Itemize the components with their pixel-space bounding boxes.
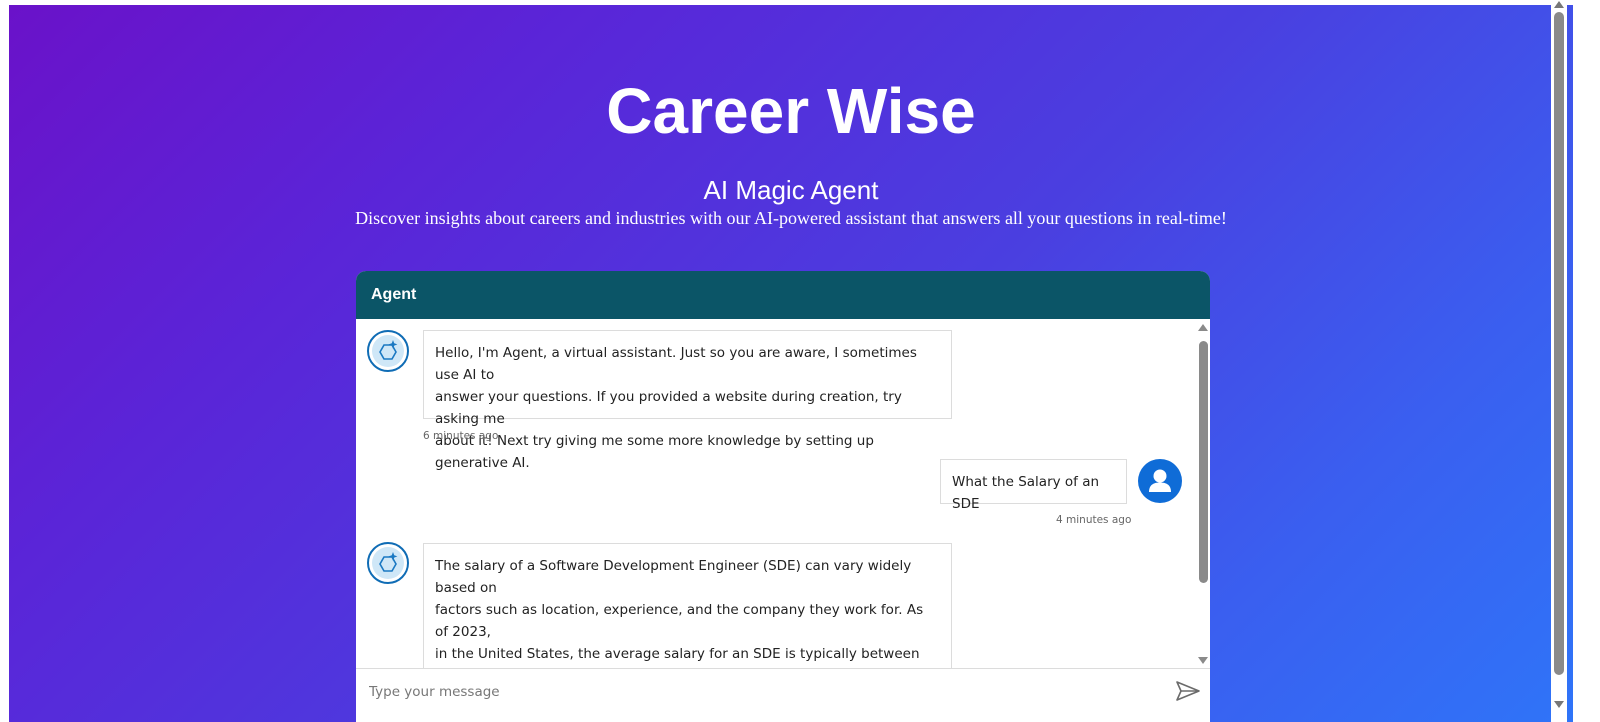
page-title: Career Wise: [606, 75, 976, 147]
bot-avatar-icon: [367, 330, 409, 372]
page-tagline: Discover insights about careers and indu…: [355, 208, 1227, 228]
send-button[interactable]: [1174, 679, 1202, 703]
scroll-down-arrow-icon[interactable]: [1198, 657, 1208, 664]
bot-avatar-icon: [367, 542, 409, 584]
bot-message-bubble: Hello, I'm Agent, a virtual assistant. J…: [423, 330, 952, 471]
page-scroll-thumb[interactable]: [1554, 12, 1564, 675]
page-background: Career Wise AI Magic Agent Discover insi…: [9, 5, 1573, 722]
message-timestamp: 4 minutes ago: [1056, 514, 1132, 526]
chat-input-bar: [356, 668, 1210, 722]
chat-widget: Agent Hello, I'm Agent, a virtual assist…: [356, 271, 1210, 722]
chat-scrollbar[interactable]: [1196, 319, 1210, 668]
chat-header: Agent: [356, 271, 1210, 319]
page-scroll-up-icon[interactable]: [1554, 1, 1564, 8]
page-subtitle: AI Magic Agent: [703, 175, 879, 205]
message-input[interactable]: [367, 677, 1161, 707]
message-timestamp: 6 minutes ago: [423, 430, 499, 442]
scroll-up-arrow-icon[interactable]: [1198, 324, 1208, 331]
page-scroll-down-icon[interactable]: [1554, 701, 1564, 708]
send-icon: [1176, 681, 1200, 701]
bot-message-bubble: The salary of a Software Development Eng…: [423, 543, 952, 668]
chat-scroll-thumb[interactable]: [1199, 341, 1208, 583]
chat-message-list[interactable]: Hello, I'm Agent, a virtual assistant. J…: [356, 319, 1210, 668]
user-message-bubble: What the Salary of an SDE: [940, 459, 1127, 512]
user-avatar-icon: [1138, 459, 1182, 503]
page-scrollbar[interactable]: [1551, 0, 1567, 722]
